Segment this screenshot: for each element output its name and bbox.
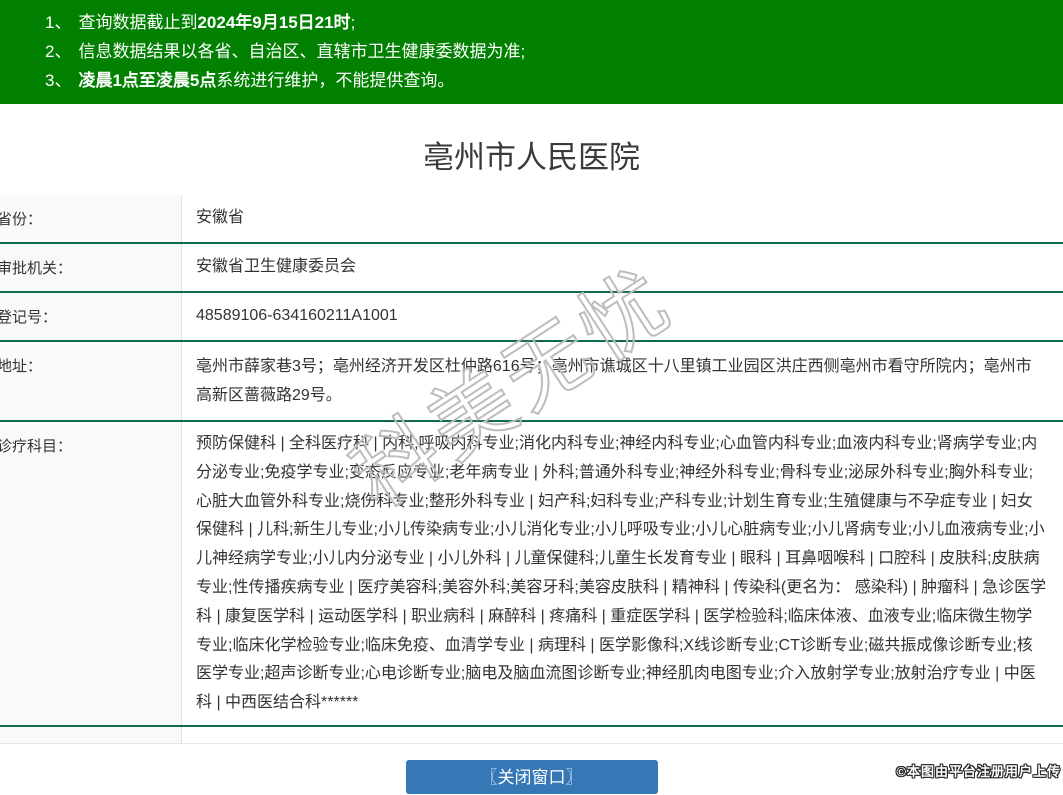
notice-banner: 1、查询数据截止到2024年9月15日21时; 2、信息数据结果以各省、自治区、… [0, 0, 1063, 104]
row-label [0, 727, 182, 743]
row-label: 诊疗科目： [0, 422, 182, 725]
notice-number: 3、 [45, 71, 71, 90]
table-row-address: 地址： 亳州市薛家巷3号；亳州经济开发区杜仲路616号；亳州市谯城区十八里镇工业… [0, 340, 1063, 420]
table-row-approval-authority: 审批机关： 安徽省卫生健康委员会 [0, 242, 1063, 291]
notice-text-bold: 凌晨1点至凌晨5点 [78, 71, 216, 90]
close-window-button[interactable]: 〖关闭窗口〗 [406, 760, 658, 794]
table-row-empty [0, 725, 1063, 744]
table-row-province: 省份： 安徽省 [0, 195, 1063, 242]
notice-number: 1、 [45, 13, 71, 32]
row-value [182, 727, 1063, 743]
notice-text: 系统进行维护，不能提供查询。 [216, 71, 454, 90]
row-label: 地址： [0, 342, 182, 420]
notice-text: ; [351, 13, 356, 32]
notice-line-3: 3、凌晨1点至凌晨5点系统进行维护，不能提供查询。 [0, 66, 1063, 95]
page-title: 亳州市人民医院 [0, 138, 1063, 178]
notice-text: 信息数据结果以各省、自治区、直辖市卫生健康委数据为准; [78, 42, 525, 61]
table-row-registration-number: 登记号： 48589106-634160211A1001 [0, 291, 1063, 340]
row-label: 登记号： [0, 293, 182, 340]
row-value: 安徽省卫生健康委员会 [182, 244, 1063, 291]
row-value: 安徽省 [182, 195, 1063, 242]
notice-line-2: 2、信息数据结果以各省、自治区、直辖市卫生健康委数据为准; [0, 37, 1063, 66]
notice-number: 2、 [45, 42, 71, 61]
row-value: 亳州市薛家巷3号；亳州经济开发区杜仲路616号；亳州市谯城区十八里镇工业园区洪庄… [182, 342, 1063, 420]
row-label: 审批机关： [0, 244, 182, 291]
table-row-medical-subjects: 诊疗科目： 预防保健科 | 全科医疗科 | 内科;呼吸内科专业;消化内科专业;神… [0, 420, 1063, 725]
hospital-info-table: 省份： 安徽省 审批机关： 安徽省卫生健康委员会 登记号： 48589106-6… [0, 195, 1063, 744]
row-value: 预防保健科 | 全科医疗科 | 内科;呼吸内科专业;消化内科专业;神经内科专业;… [182, 422, 1063, 725]
row-value: 48589106-634160211A1001 [182, 293, 1063, 340]
notice-text-bold: 2024年9月15日21时 [197, 13, 350, 32]
notice-line-1: 1、查询数据截止到2024年9月15日21时; [0, 8, 1063, 37]
notice-text: 查询数据截止到 [78, 13, 197, 32]
footer-bar: 〖关闭窗口〗 [0, 760, 1063, 794]
row-label: 省份： [0, 195, 182, 242]
